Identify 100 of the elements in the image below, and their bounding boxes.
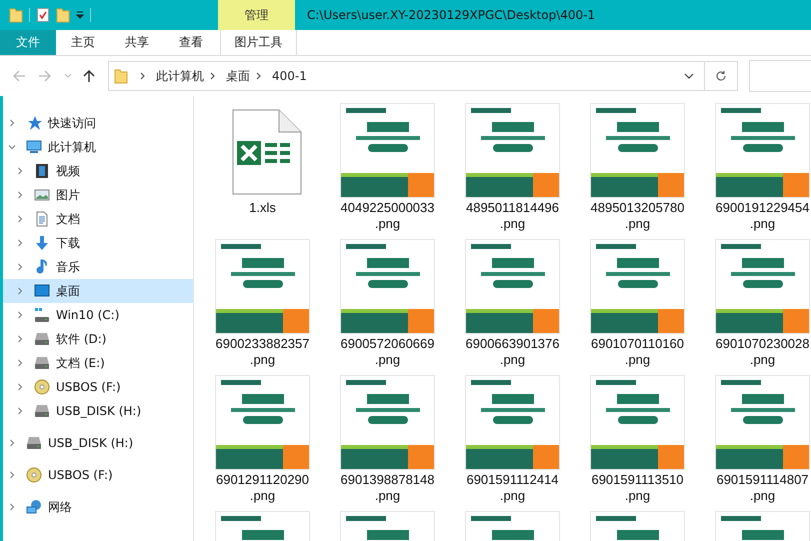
chevron-icon[interactable] [16,287,24,295]
file-extension: .png [374,352,400,368]
drive-icon [26,435,42,451]
disc-icon [34,379,50,395]
nav-tree-item[interactable]: 此计算机 [3,135,193,159]
download-arrow-icon [34,235,50,251]
file-extension: .png [624,352,650,368]
nav-tree-item[interactable]: 网络 [3,495,193,519]
nav-tree-item[interactable]: 软件 (D:) [3,327,193,351]
nav-tree-item[interactable]: 下载 [3,231,193,255]
file-name: 4895013205780 [590,200,684,216]
star-icon [26,115,42,131]
window-title: C:\Users\user.XY-20230129XPGC\Desktop\400-1 [306,7,596,24]
file-extension: .png [250,488,276,504]
drive-icon [34,307,50,323]
chevron-icon[interactable] [16,407,24,415]
product-image-thumbnail[interactable] [465,375,560,470]
chevron-icon[interactable] [16,215,24,223]
product-image-thumbnail[interactable] [465,103,560,198]
nav-tree-item[interactable]: 快速访问 [3,111,193,135]
chevron-icon[interactable] [8,143,16,151]
nav-tree-item[interactable]: 文档 (E:) [3,351,193,375]
chevron-icon[interactable] [16,335,24,343]
nav-tree-item[interactable]: 桌面 [3,279,193,303]
product-image-thumbnail[interactable] [590,375,685,470]
drive-icon [34,355,50,371]
nav-tree-item[interactable]: 文档 [3,207,193,231]
file-extension: .png [500,352,526,368]
desktop-icon [34,283,50,299]
breadcrumb[interactable]: 此计算机 [156,68,204,84]
file-extension: .png [624,488,650,504]
chevron-icon[interactable] [8,503,16,511]
nav-tree-item[interactable]: 音乐 [3,255,193,279]
file-name: 6901591114807 [716,472,809,488]
film-icon [34,163,50,179]
file-name: 6900663901376 [466,336,560,352]
nav-tree-item[interactable]: USB_DISK (H:) [3,431,193,455]
chevron-icon[interactable] [8,439,16,447]
drive-icon [34,331,50,347]
refresh-icon[interactable] [715,70,727,82]
up-arrow-icon[interactable] [82,69,96,83]
search-field[interactable] [749,60,811,92]
folder-icon [114,68,128,84]
computer-icon [26,139,42,155]
file-name: 6901070230028 [716,336,810,352]
file-extension: .png [500,216,526,232]
file-name: 6901591113510 [591,472,684,488]
breadcrumb[interactable]: 桌面 [226,68,250,84]
product-image-thumbnail[interactable] [590,239,685,334]
file-name: 6900191229454 [716,200,810,216]
chevron-icon[interactable] [16,263,24,271]
file-extension: .png [750,216,776,232]
nav-tree-item[interactable]: Win10 (C:) [3,303,193,327]
file-name: 6900572060669 [340,336,434,352]
chevron-right-icon [210,72,216,80]
product-image-thumbnail[interactable] [340,239,435,334]
product-image-thumbnail[interactable] [715,239,810,334]
chevron-icon[interactable] [16,239,24,247]
product-image-thumbnail[interactable] [715,375,810,470]
properties-check-icon[interactable] [36,7,50,23]
file-extension: .png [374,488,400,504]
product-image-thumbnail[interactable] [715,103,810,198]
chevron-icon[interactable] [16,311,24,319]
context-tab-header: 管理 [218,0,295,30]
document-icon [34,211,50,227]
file-name: 4049225000033 [340,200,434,216]
chevron-icon[interactable] [16,167,24,175]
chevron-icon[interactable] [16,191,24,199]
nav-tree-item[interactable]: 视频 [3,159,193,183]
nav-tree-item[interactable]: USBOS (F:) [3,463,193,487]
product-image-thumbnail[interactable] [340,103,435,198]
music-note-icon [34,259,50,275]
product-image-thumbnail[interactable] [340,375,435,470]
file-name: 6900233882357 [216,336,310,352]
product-image-thumbnail[interactable] [215,375,310,470]
file-name: 6901398878148 [340,472,434,488]
chevron-icon[interactable] [16,359,24,367]
file-name: 4895011814496 [466,200,560,216]
ribbon-tab[interactable]: 图片工具 [220,30,297,55]
address-bar[interactable]: 此计算机 桌面 400-1 [108,61,738,91]
network-icon [26,499,42,515]
disc-icon [26,467,42,483]
nav-tree-item[interactable]: 图片 [3,183,193,207]
breadcrumb[interactable]: 400-1 [272,69,307,83]
chevron-icon[interactable] [16,383,24,391]
dropdown-caret-icon[interactable] [684,73,694,79]
product-image-thumbnail[interactable] [465,239,560,334]
file-extension: .png [500,488,526,504]
picture-icon [34,187,50,203]
chevron-icon[interactable] [8,471,16,479]
chevron-icon[interactable] [8,119,16,127]
nav-tree-item[interactable]: USB_DISK (H:) [3,399,193,423]
file-extension: .png [374,216,400,232]
nav-tree-item[interactable]: USBOS (F:) [3,375,193,399]
file-extension: .png [250,352,276,368]
dropdown-caret-icon[interactable] [76,11,84,19]
product-image-thumbnail[interactable] [215,239,310,334]
product-image-thumbnail[interactable] [590,103,685,198]
file-name: 6901591112414 [466,472,559,488]
drive-icon [34,403,50,419]
